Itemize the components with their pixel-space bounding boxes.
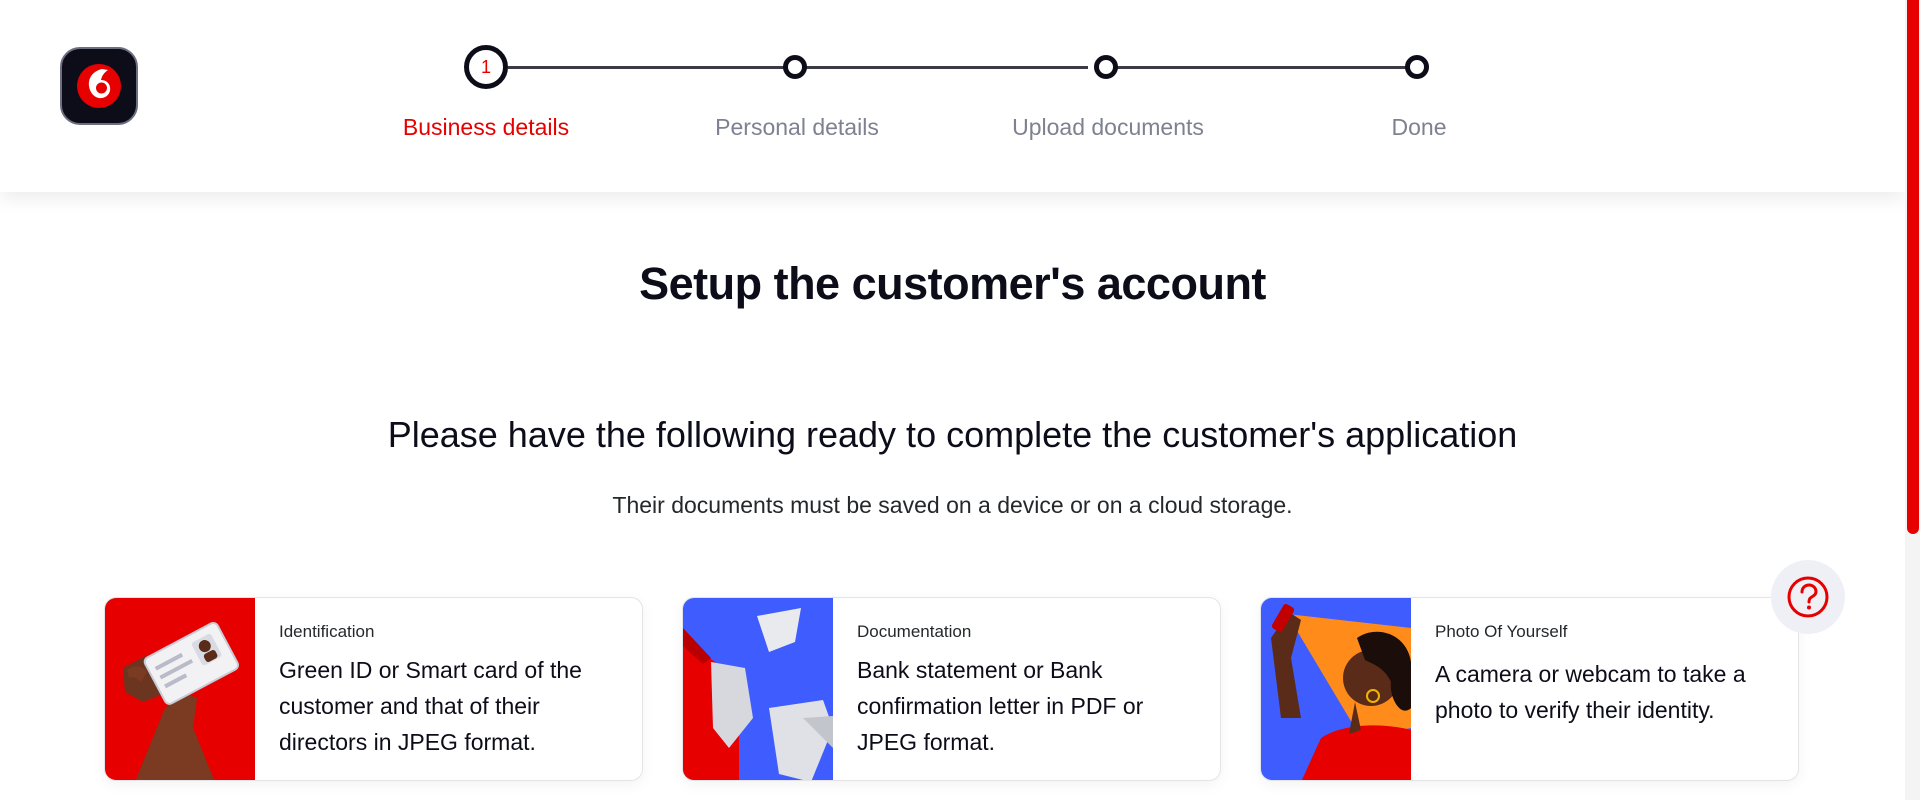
- step-3-indicator: [1094, 55, 1118, 79]
- requirements-heading: Please have the following ready to compl…: [387, 414, 1518, 455]
- step-1-number: 1: [480, 56, 491, 77]
- page-scrollbar[interactable]: [1905, 0, 1920, 800]
- step-3-label: Upload documents: [1012, 114, 1204, 140]
- requirement-card-identification: Identification Green ID or Smart card of…: [104, 597, 643, 781]
- stepper-line-2: [806, 66, 1088, 69]
- step-2-indicator: [783, 55, 807, 79]
- card-title: Photo Of Yourself: [1435, 622, 1568, 641]
- id-card-illustration: [105, 598, 255, 780]
- card-description: Green ID or Smart card of the customer a…: [279, 657, 582, 755]
- scrollbar-thumb[interactable]: [1907, 0, 1919, 534]
- app-header: 1 Business details Personal details Uplo…: [0, 0, 1905, 192]
- storage-note: Their documents must be saved on a devic…: [612, 492, 1293, 518]
- progress-stepper: 1 Business details Personal details Uplo…: [0, 0, 1905, 192]
- page-title: Setup the customer's account: [639, 258, 1266, 309]
- step-4-indicator: [1405, 55, 1429, 79]
- requirement-card-photo: Photo Of Yourself A camera or webcam to …: [1260, 597, 1799, 781]
- selfie-illustration: [1261, 598, 1411, 780]
- question-mark-icon: [1787, 576, 1829, 618]
- step-4-label: Done: [1391, 114, 1447, 140]
- stepper-line-1: [508, 66, 786, 69]
- documents-illustration: [683, 598, 833, 780]
- step-1-label: Business details: [402, 114, 570, 140]
- help-button[interactable]: [1771, 560, 1845, 634]
- step-2-label: Personal details: [715, 114, 879, 140]
- card-description: A camera or webcam to take a photo to ve…: [1435, 661, 1746, 723]
- card-description: Bank statement or Bank confirmation lett…: [857, 657, 1144, 755]
- stepper-line-3: [1108, 66, 1410, 69]
- card-title: Identification: [279, 622, 375, 641]
- step-1-indicator: 1: [464, 45, 508, 89]
- card-title: Documentation: [857, 622, 972, 641]
- requirement-card-documentation: Documentation Bank statement or Bank con…: [682, 597, 1221, 781]
